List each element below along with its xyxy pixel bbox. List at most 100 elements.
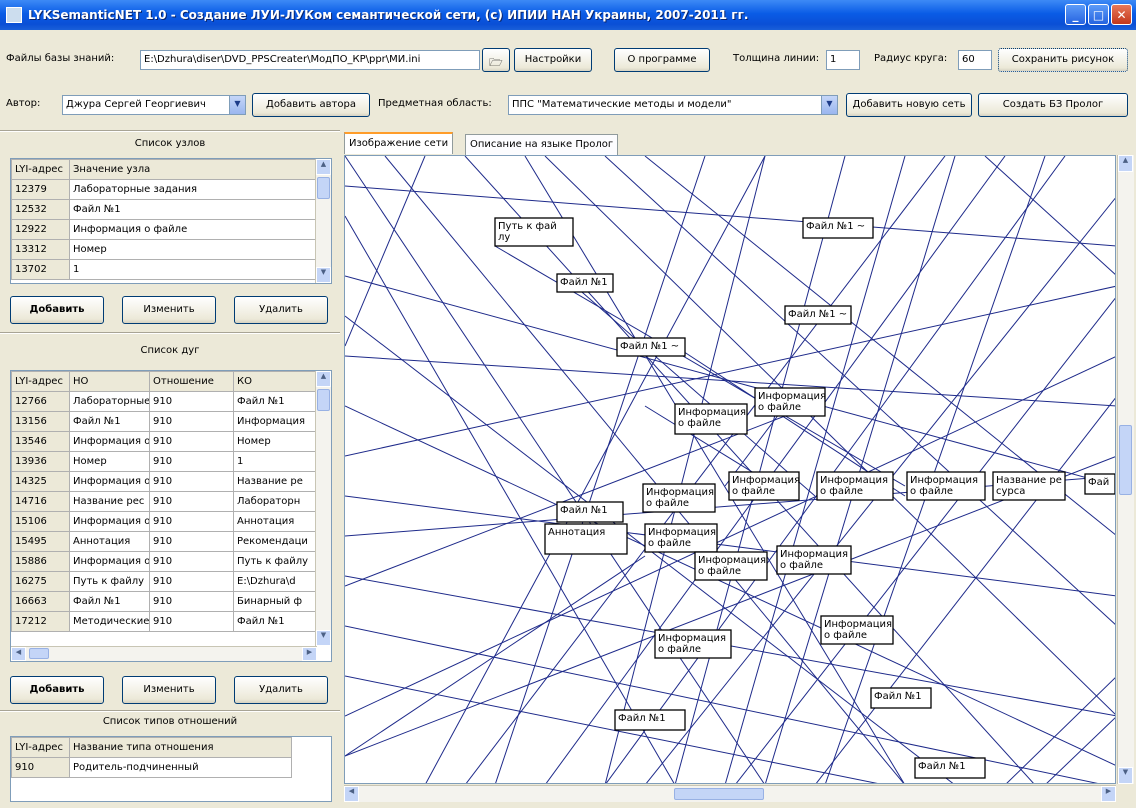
table-cell[interactable]: 910 [149,571,234,592]
table-row[interactable]: 14325 Информация о 910 Название ре [11,471,318,492]
table-cell[interactable]: 910 [149,611,234,632]
table-row[interactable]: 13702 1 [11,259,318,280]
table-cell[interactable]: Информация о [69,551,150,572]
scroll-down-icon[interactable]: ▼ [316,267,331,283]
scroll-right-icon[interactable]: ▶ [302,647,317,661]
table-cell[interactable]: Информация о [69,471,150,492]
table-cell[interactable]: 15886 [11,551,70,572]
table-row[interactable]: 13546 Информация о 910 Номер [11,431,318,452]
table-cell[interactable]: Номер [69,239,318,260]
scroll-up-icon[interactable]: ▲ [316,159,331,175]
scroll-thumb[interactable] [674,788,764,800]
network-node[interactable]: Файл №1 ~ [616,337,686,357]
column-header[interactable]: Название типа отношения [69,737,292,758]
table-cell[interactable]: 13936 [11,451,70,472]
table-cell[interactable]: Информация [233,411,318,432]
table-cell[interactable]: 15106 [11,511,70,532]
create-prolog-button[interactable]: Создать БЗ Пролог [978,93,1128,117]
table-cell[interactable]: 14325 [11,471,70,492]
vertical-scrollbar[interactable]: ▲ ▼ [315,371,331,646]
column-header[interactable]: Отношение [149,371,234,392]
scroll-left-icon[interactable]: ◀ [11,647,26,661]
scroll-right-icon[interactable]: ▶ [1101,786,1116,802]
network-node[interactable]: Аннотация [544,523,628,555]
table-cell[interactable]: 910 [149,451,234,472]
scroll-down-icon[interactable]: ▼ [316,630,331,646]
canvas-horizontal-scrollbar[interactable]: ◀ ▶ [344,785,1116,802]
network-node[interactable]: Название ресурса [992,471,1066,501]
network-node[interactable]: Файл №1 [870,687,932,709]
table-cell[interactable]: Лабораторные задания [69,179,318,200]
table-row[interactable]: 13312 Номер [11,239,318,260]
network-node[interactable]: Информацияо файле [906,471,986,501]
author-combo[interactable]: Джура Сергей Георгиевич ▼ [62,95,246,115]
table-cell[interactable]: Информация о [69,431,150,452]
table-cell[interactable]: Лабораторн [233,491,318,512]
table-cell[interactable]: Файл №1 [233,391,318,412]
nodes-grid[interactable]: LYI-адрес Значение узла 12379 Лабораторны… [10,158,332,284]
table-row[interactable]: 15886 Информация о 910 Путь к файлу [11,551,318,572]
network-node[interactable]: Файл №1 [614,709,686,731]
nodes-edit-button[interactable]: Изменить [122,296,216,324]
table-cell[interactable]: 910 [149,551,234,572]
add-author-button[interactable]: Добавить автора [252,93,370,117]
circle-radius-field[interactable]: 60 [958,50,992,70]
kb-files-field[interactable]: E:\Dzhura\diser\DVD_PPSCreater\МодПО_КР\… [140,50,480,70]
table-row[interactable]: 13936 Номер 910 1 [11,451,318,472]
table-row[interactable]: 12922 Информация о файле [11,219,318,240]
table-cell[interactable]: 910 [149,391,234,412]
chevron-down-icon[interactable]: ▼ [229,96,245,114]
table-cell[interactable]: 13156 [11,411,70,432]
close-button[interactable]: ✕ [1111,4,1132,25]
relation-types-grid[interactable]: LYI-адрес Название типа отношения 910 Род… [10,736,332,802]
tab-prolog-description[interactable]: Описание на языке Пролог [465,134,619,156]
table-cell[interactable]: 13702 [11,259,70,280]
table-cell[interactable]: Рекомендаци [233,531,318,552]
canvas-vertical-scrollbar[interactable]: ▲ ▼ [1117,155,1134,784]
network-node[interactable]: Информацияо файле [776,545,852,575]
column-header[interactable]: LYI-адрес [11,371,70,392]
table-cell[interactable]: 12379 [11,179,70,200]
table-cell[interactable]: Информация о [69,511,150,532]
table-cell[interactable]: Номер [233,431,318,452]
table-row[interactable]: 15495 Аннотация 910 Рекомендаци [11,531,318,552]
network-node[interactable]: Информацияо файле [754,387,826,417]
scroll-thumb[interactable] [317,389,330,411]
scroll-up-icon[interactable]: ▲ [1118,155,1133,172]
nodes-delete-button[interactable]: Удалить [234,296,328,324]
table-cell[interactable]: Номер [69,451,150,472]
table-cell[interactable]: Файл №1 [233,611,318,632]
network-node[interactable]: Файл №1 [914,757,986,779]
table-cell[interactable]: 910 [11,757,70,778]
arcs-edit-button[interactable]: Изменить [122,676,216,704]
save-picture-button[interactable]: Сохранить рисунок [998,48,1128,72]
nodes-add-button[interactable]: Добавить [10,296,104,324]
arcs-add-button[interactable]: Добавить [10,676,104,704]
table-cell[interactable]: 910 [149,511,234,532]
table-row[interactable]: 14716 Название рес 910 Лабораторн [11,491,318,512]
scroll-thumb[interactable] [1119,425,1132,495]
table-cell[interactable]: 16275 [11,571,70,592]
network-node[interactable]: Файл №1 ~ [802,217,874,239]
table-row[interactable]: 15106 Информация о 910 Аннотация [11,511,318,532]
table-row[interactable]: 17212 Методические 910 Файл №1 [11,611,318,632]
table-cell[interactable]: Лабораторные з [69,391,150,412]
network-node[interactable]: Информацияо файле [654,629,732,659]
table-cell[interactable]: 910 [149,591,234,612]
minimize-button[interactable]: _ [1065,4,1086,25]
open-folder-icon[interactable]: 🗁 [482,48,510,72]
table-row[interactable]: 16663 Файл №1 910 Бинарный ф [11,591,318,612]
table-cell[interactable]: 910 [149,531,234,552]
network-node[interactable]: Информацияо файле [642,483,716,513]
horizontal-scrollbar[interactable]: ◀ ▶ [11,646,317,661]
network-node[interactable]: Информацияо файле [694,551,768,581]
table-cell[interactable]: Аннотация [69,531,150,552]
chevron-down-icon[interactable]: ▼ [821,96,837,114]
column-header[interactable]: Значение узла [69,159,318,180]
column-header[interactable]: КО [233,371,318,392]
scroll-thumb[interactable] [317,177,330,199]
table-cell[interactable]: Файл №1 [69,199,318,220]
table-cell[interactable]: 17212 [11,611,70,632]
column-header[interactable]: НО [69,371,150,392]
vertical-scrollbar[interactable]: ▲ ▼ [315,159,331,283]
